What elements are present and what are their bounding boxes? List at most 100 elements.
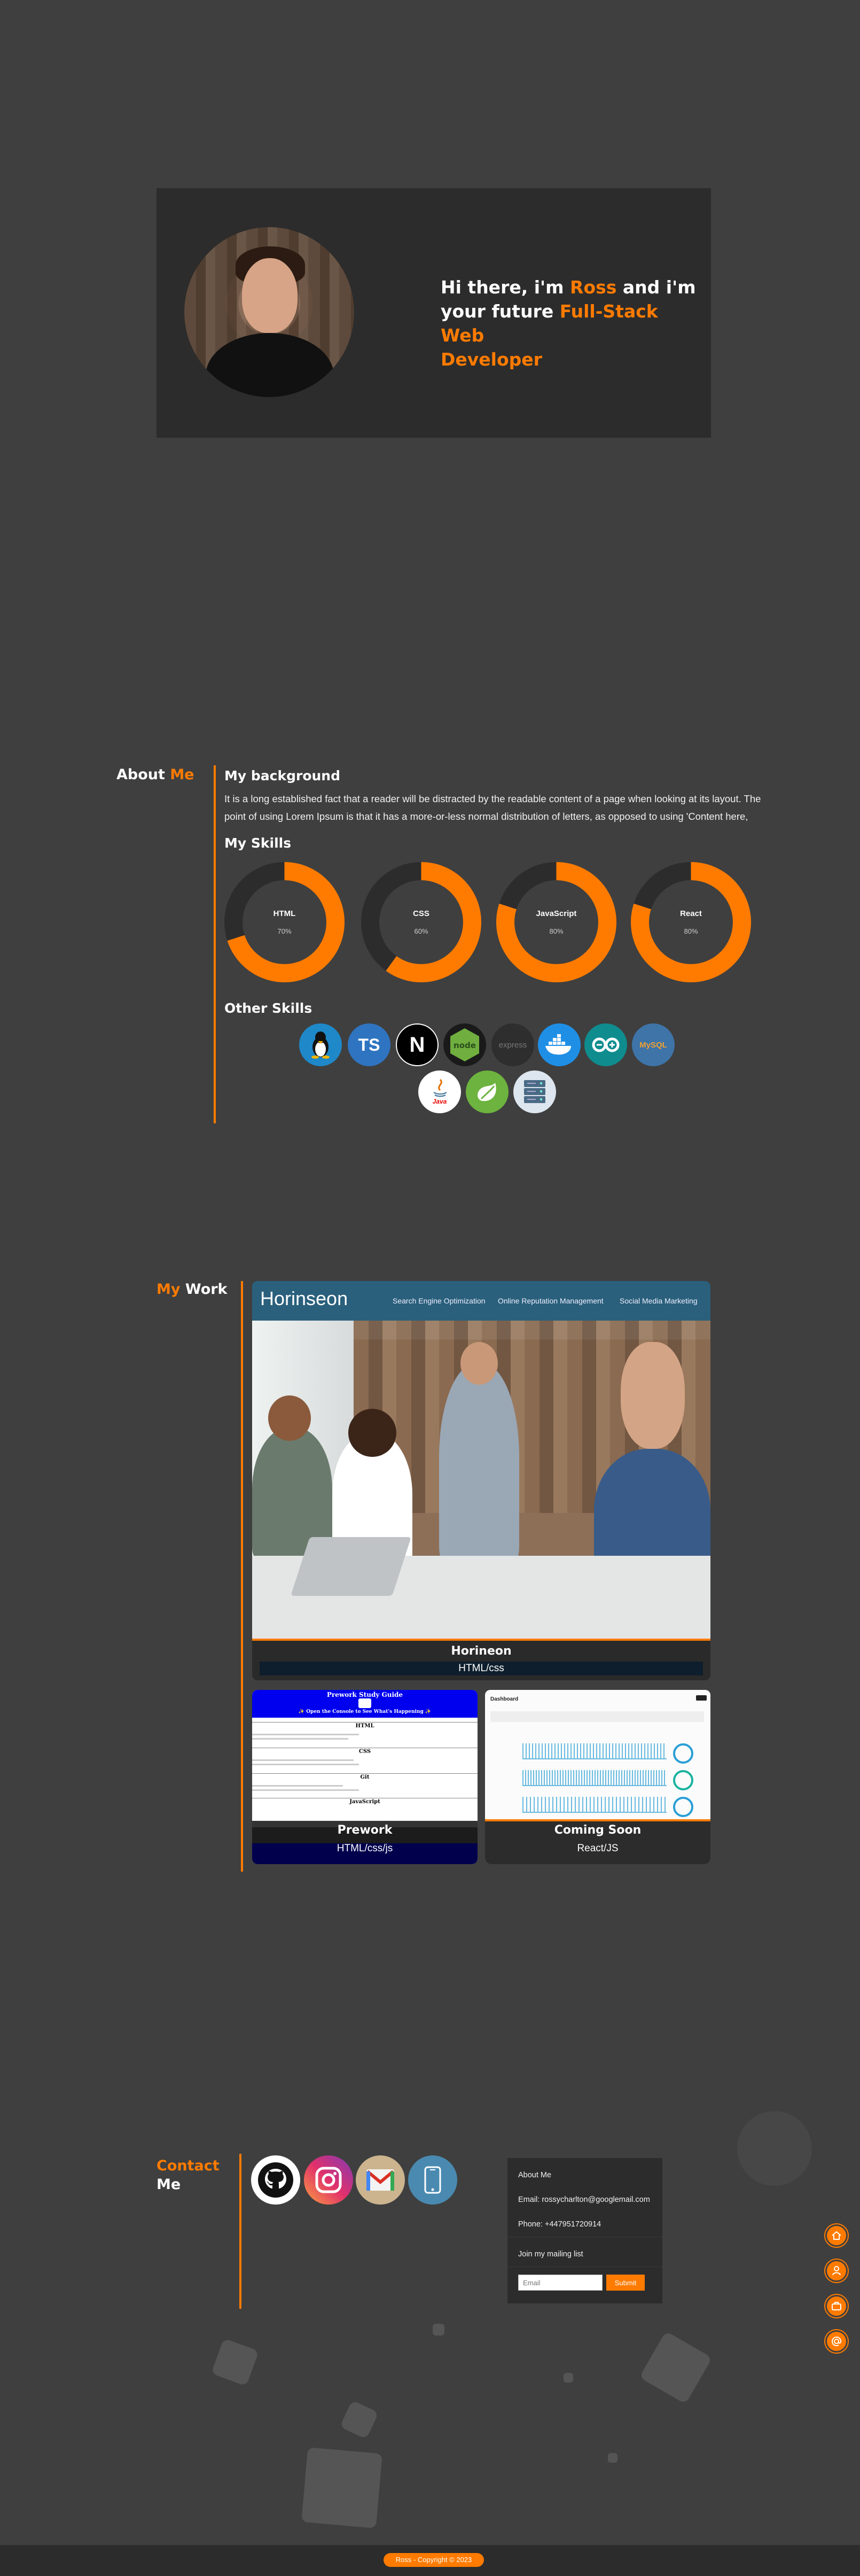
prework-section: JavaScript (349, 1799, 380, 1805)
footer: Ross - Copyright © 2023 (0, 2545, 860, 2576)
nav-contact-button[interactable] (825, 2330, 848, 2353)
project-card-prework[interactable]: Prework Study Guide ✨ Open the Console t… (252, 1690, 478, 1864)
skill-label: React (680, 909, 702, 918)
java-icon: Java (418, 1070, 461, 1113)
briefcase-icon (832, 2302, 841, 2310)
instagram-icon (315, 2167, 342, 2193)
instagram-link[interactable] (304, 2155, 353, 2205)
background-text: It is a long established fact that a rea… (224, 793, 761, 822)
mailing-email-input[interactable] (518, 2275, 603, 2291)
skill-label: JavaScript (536, 909, 577, 918)
arduino-icon (584, 1023, 627, 1066)
prework-preview-image (358, 1698, 371, 1708)
prework-section: Git (360, 1774, 370, 1780)
express-icon: express (491, 1023, 534, 1066)
mysql-label: MySQL (639, 1040, 667, 1050)
bg-shape (737, 2111, 812, 2186)
prework-header: Prework Study Guide ✨ Open the Console t… (252, 1690, 478, 1718)
prework-preview-sub: ✨ Open the Console to See What's Happeni… (298, 1709, 432, 1714)
about-divider (214, 765, 216, 1123)
project-name: Coming Soon (554, 1824, 642, 1837)
project-tech: HTML/css/js (337, 1843, 393, 1854)
preview-site-logo: Horinseon (260, 1287, 348, 1309)
skill-percent: 80% (684, 927, 698, 935)
phone-link[interactable] (408, 2155, 457, 2205)
prework-section: CSS (358, 1749, 371, 1755)
spring-icon (466, 1070, 509, 1113)
preview-nav-item: Search Engine Optimization (393, 1297, 486, 1305)
other-skills-title: Other Skills (224, 1000, 312, 1016)
typescript-label: TS (358, 1035, 380, 1054)
prework-section: HTML (355, 1723, 374, 1729)
bg-dot (608, 2453, 617, 2463)
copyright-text: Ross - Copyright © 2023 (384, 2553, 484, 2567)
bg-shape (301, 2447, 382, 2528)
nextjs-icon: N (396, 1023, 439, 1066)
contact-title-accent: Contact (157, 2158, 220, 2174)
preview-nav-item: Online Reputation Management (498, 1297, 604, 1305)
bg-dot (564, 2373, 573, 2383)
project-card-horineon[interactable]: Horinseon Search Engine Optimization Onl… (252, 1281, 710, 1680)
project-name: Horineon (451, 1644, 512, 1658)
nextjs-label: N (409, 1033, 425, 1057)
mysql-icon: MySQL (632, 1023, 675, 1066)
gmail-link[interactable] (356, 2155, 405, 2205)
bg-shape (639, 2331, 713, 2404)
home-icon (832, 2231, 841, 2240)
about-title-text: About (116, 766, 170, 783)
dashboard-preview-title: Dashboard (490, 1696, 519, 1702)
mailing-list-label: Join my mailing list (518, 2250, 583, 2259)
skill-percent: 80% (549, 927, 564, 935)
dashboard-preview: Dashboard (485, 1690, 710, 1822)
skill-label: CSS (413, 909, 429, 918)
hero-role: Developer (441, 349, 542, 370)
skill-label: HTML (273, 909, 296, 918)
bg-shape (339, 2400, 379, 2440)
skill-ring: CSS 60% (361, 862, 481, 982)
work-title: My Work (157, 1281, 228, 1298)
java-label: Java (432, 1098, 447, 1105)
bg-dot (433, 2324, 444, 2336)
github-link[interactable] (251, 2155, 300, 2205)
about-title: About Me (116, 766, 194, 783)
nav-work-button[interactable] (825, 2295, 848, 2317)
skill-percent: 70% (277, 927, 292, 935)
profile-photo (184, 227, 354, 397)
nav-about-button[interactable] (825, 2260, 848, 2282)
express-label: express (498, 1040, 527, 1050)
contact-info-panel: About Me Email: rossycharlton@googlemail… (507, 2158, 662, 2303)
typescript-icon: TS (348, 1023, 390, 1066)
contact-divider (239, 2154, 241, 2309)
contact-title-text: Me (157, 2176, 181, 2193)
skill-percent: 60% (414, 927, 428, 935)
preview-hero-photo (252, 1321, 710, 1639)
about-title-accent: Me (170, 766, 194, 783)
docker-icon (538, 1023, 581, 1066)
hero-text: Hi there, i'm (441, 277, 570, 298)
nodejs-icon: node (443, 1023, 486, 1066)
work-title-accent: My (157, 1281, 185, 1298)
preview-nav-item: Social Media Marketing (620, 1297, 698, 1305)
prework-preview-body: HTML CSS Git JavaScript (252, 1718, 478, 1827)
nav-home-button[interactable] (825, 2224, 848, 2247)
preview-site-header: Horinseon Search Engine Optimization Onl… (252, 1281, 710, 1321)
work-title-text: Work (185, 1281, 228, 1298)
skill-ring: React 80% (631, 862, 751, 982)
gmail-icon (366, 2169, 394, 2191)
work-divider (241, 1281, 243, 1872)
project-card-coming-soon[interactable]: Dashboard Coming Soon React/JS (485, 1690, 710, 1864)
background-title: My background (224, 768, 340, 783)
info-phone: Phone: +447951720914 (518, 2220, 601, 2229)
skill-ring: HTML 70% (224, 862, 345, 982)
linux-icon (299, 1023, 342, 1066)
contact-title: Contact Me (157, 2156, 220, 2194)
info-email: Email: rossycharlton@googlemail.com (518, 2195, 650, 2204)
project-tech: React/JS (577, 1843, 619, 1854)
project-name: Prework (337, 1824, 393, 1837)
hero-heading: Hi there, i'm Ross and i'm your future F… (441, 275, 697, 371)
mailing-submit-button[interactable]: Submit (606, 2275, 645, 2291)
svg-text:node: node (454, 1041, 476, 1050)
server-icon (513, 1070, 556, 1113)
project-tech: HTML/css (458, 1663, 504, 1674)
card-accent-bar (252, 1639, 710, 1641)
